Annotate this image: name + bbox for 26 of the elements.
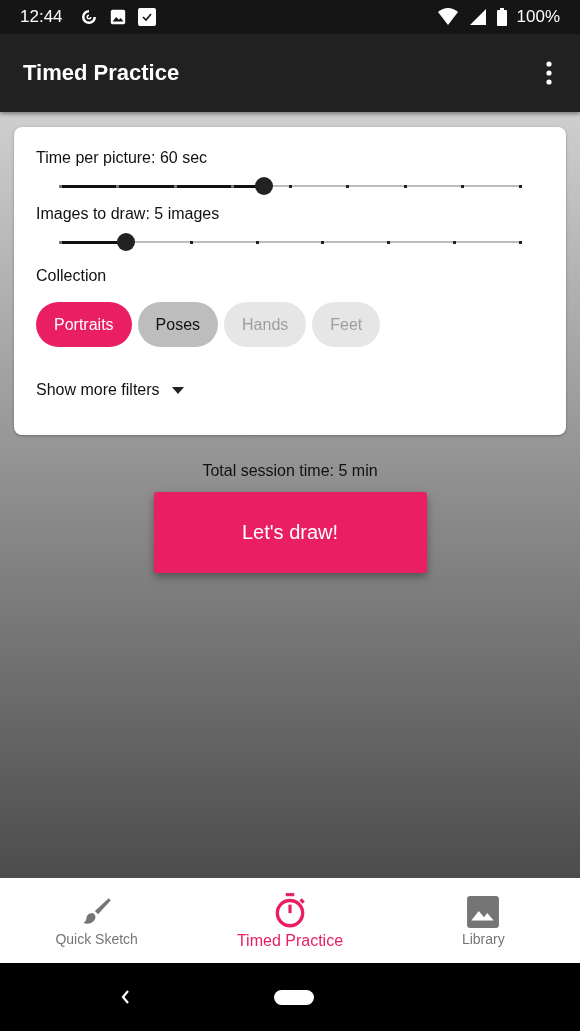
session-time: Total session time: 5 min [202, 462, 378, 480]
status-time: 12:44 [20, 7, 63, 27]
nav-tab[interactable]: Timed Practice [193, 878, 387, 963]
start-button[interactable]: Let's draw! [153, 492, 427, 573]
home-button[interactable] [274, 989, 314, 1005]
slider-thumb[interactable] [116, 233, 135, 251]
wifi-icon [436, 8, 459, 26]
slider-label: Time per picture: 60 sec [36, 149, 209, 167]
slider-thumb[interactable] [255, 177, 274, 195]
back-icon[interactable] [120, 989, 130, 1005]
signal-icon [468, 8, 487, 26]
collection-chip[interactable]: Poses [137, 302, 219, 347]
stopwatch-icon [273, 891, 307, 930]
battery-percentage: 100% [516, 7, 560, 27]
image-icon [466, 894, 501, 929]
collection-chip[interactable]: Portraits [36, 302, 132, 347]
section-label: Collection [36, 267, 108, 285]
show-more-filters-button[interactable]: Show more filters [36, 375, 184, 405]
image-icon [108, 8, 127, 26]
slider-label: Images to draw: 5 images [36, 205, 221, 223]
nav-tab[interactable]: Quick Sketch [0, 878, 194, 963]
battery-icon [496, 8, 507, 26]
app-title: Timed Practice [23, 60, 180, 86]
more-options-icon[interactable] [546, 61, 552, 85]
checkbox-icon [136, 7, 157, 27]
nav-tab[interactable]: Library [386, 878, 580, 963]
